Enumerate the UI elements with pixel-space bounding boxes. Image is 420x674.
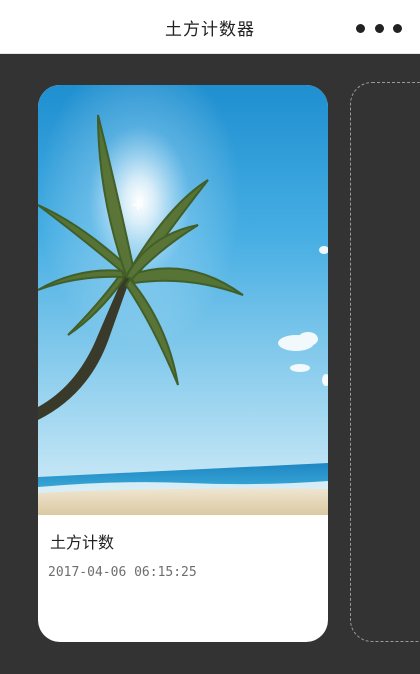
card-date: 2017-04-06 06:15:25 [48, 565, 197, 580]
card-title: 土方计数 [50, 533, 115, 552]
record-card[interactable]: 土方计数 2017-04-06 06:15:25 [38, 85, 328, 642]
add-card-placeholder[interactable] [350, 82, 420, 642]
navigation-bar: 土方计数器 [0, 0, 420, 54]
card-carousel[interactable]: 土方计数 2017-04-06 06:15:25 [0, 54, 420, 674]
more-dot-icon [374, 23, 384, 33]
beach-palm-photo [38, 85, 328, 515]
more-dot-icon [356, 23, 365, 33]
more-dot-icon [393, 23, 402, 33]
more-options-button[interactable] [356, 18, 402, 38]
